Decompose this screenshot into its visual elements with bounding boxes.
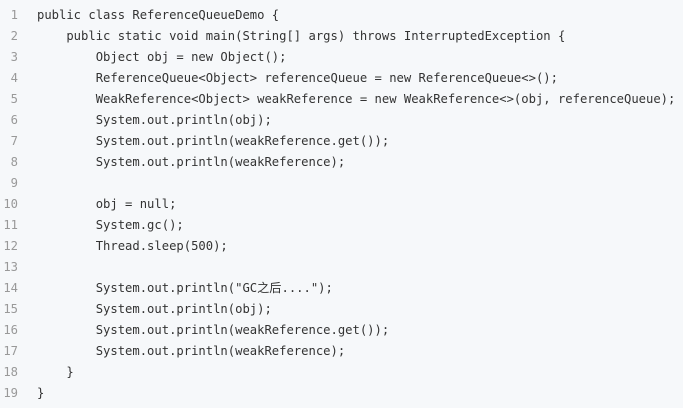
code-text[interactable]: obj = null; (37, 194, 177, 215)
code-line: 17 System.out.println(weakReference); (0, 341, 683, 362)
code-text[interactable]: System.out.println(weakReference); (37, 341, 346, 362)
code-text[interactable]: Thread.sleep(500); (37, 236, 228, 257)
line-number: 4 (10, 71, 18, 85)
code-line: 3 Object obj = new Object(); (0, 47, 683, 68)
code-line: 11 System.gc(); (0, 215, 683, 236)
line-number: 10 (3, 197, 18, 211)
line-number: 17 (3, 344, 18, 358)
line-number: 13 (3, 260, 18, 274)
line-number: 18 (3, 365, 18, 379)
line-number: 3 (10, 50, 18, 64)
code-line: 7 System.out.println(weakReference.get()… (0, 131, 683, 152)
code-line: 4 ReferenceQueue<Object> referenceQueue … (0, 68, 683, 89)
line-number: 12 (3, 239, 18, 253)
code-viewer: 1 public class ReferenceQueueDemo { 2 pub… (0, 0, 683, 408)
line-number: 11 (3, 218, 18, 232)
code-text[interactable]: System.out.println("GC之后...."); (37, 278, 333, 299)
line-number: 6 (10, 113, 18, 127)
code-text[interactable]: } (37, 362, 73, 383)
code-text[interactable]: public static void main(String[] args) t… (37, 26, 565, 47)
line-number: 7 (10, 134, 18, 148)
code-line: 19} (0, 383, 683, 404)
line-number: 5 (10, 92, 18, 106)
line-number: 9 (10, 176, 18, 190)
line-number: 19 (3, 386, 18, 400)
line-number: 14 (3, 281, 18, 295)
code-text[interactable]: public class ReferenceQueueDemo { (37, 5, 279, 26)
code-line: 14 System.out.println("GC之后...."); (0, 278, 683, 299)
code-lines: 1 public class ReferenceQueueDemo { 2 pub… (0, 5, 683, 404)
code-text[interactable]: System.out.println(obj); (37, 110, 272, 131)
code-line: 18 } (0, 362, 683, 383)
code-line: 16 System.out.println(weakReference.get(… (0, 320, 683, 341)
code-line: 15 System.out.println(obj); (0, 299, 683, 320)
line-number: 8 (10, 155, 18, 169)
code-line: 2 public static void main(String[] args)… (0, 26, 683, 47)
code-text[interactable]: Object obj = new Object(); (37, 47, 287, 68)
line-number: 15 (3, 302, 18, 316)
code-text[interactable]: System.out.println(weakReference.get()); (37, 320, 390, 341)
code-line: 6 System.out.println(obj); (0, 110, 683, 131)
code-text[interactable]: WeakReference<Object> weakReference = ne… (37, 89, 676, 110)
code-line: 5 WeakReference<Object> weakReference = … (0, 89, 683, 110)
line-number: 1 (10, 8, 18, 22)
code-line: 9 (0, 173, 683, 194)
code-text[interactable]: System.out.println(weakReference); (37, 152, 346, 173)
code-line: 10 obj = null; (0, 194, 683, 215)
code-line: 12 Thread.sleep(500); (0, 236, 683, 257)
line-number: 16 (3, 323, 18, 337)
code-text[interactable]: ReferenceQueue<Object> referenceQueue = … (37, 68, 558, 89)
code-line: 8 System.out.println(weakReference); (0, 152, 683, 173)
code-text[interactable]: System.gc(); (37, 215, 184, 236)
code-text[interactable]: } (37, 383, 44, 404)
code-text[interactable]: System.out.println(weakReference.get()); (37, 131, 390, 152)
code-text[interactable]: System.out.println(obj); (37, 299, 272, 320)
code-line: 13 (0, 257, 683, 278)
line-number: 2 (10, 29, 18, 43)
code-line: 1 public class ReferenceQueueDemo { (0, 5, 683, 26)
